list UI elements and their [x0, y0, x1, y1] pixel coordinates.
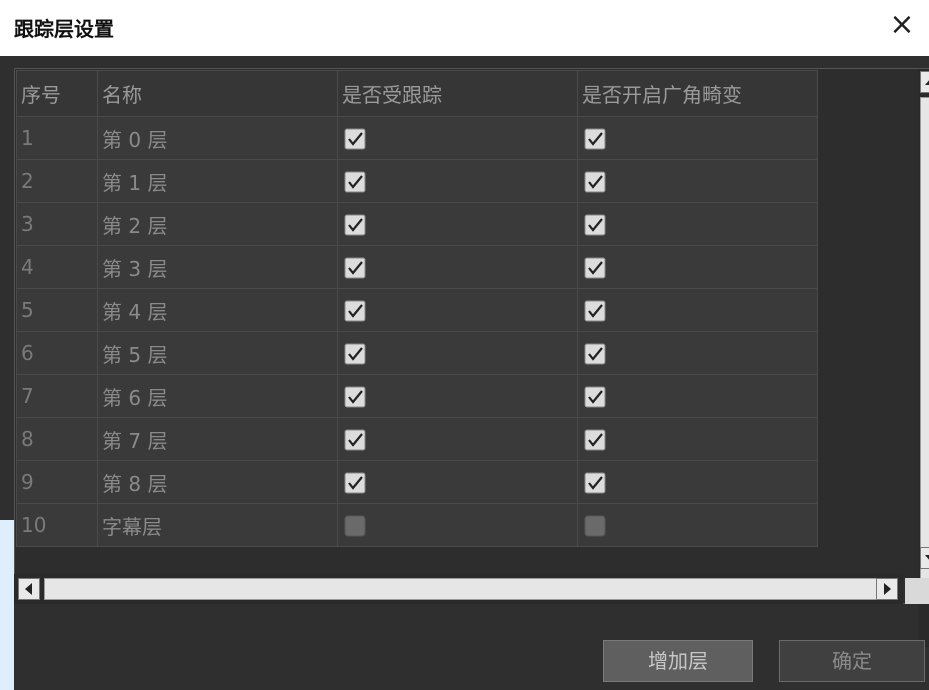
row-wide-angle-cell	[577, 159, 818, 203]
table-row[interactable]: 6第 5 层	[16, 331, 818, 375]
row-wide-angle-cell	[577, 245, 818, 289]
row-tracked-cell	[337, 503, 578, 547]
checkbox-checked-icon[interactable]	[344, 171, 366, 193]
table-row[interactable]: 7第 6 层	[16, 374, 818, 418]
vertical-scrollbar[interactable]	[918, 69, 929, 647]
column-header-index[interactable]: 序号	[16, 70, 98, 117]
row-index: 10	[16, 503, 98, 547]
row-index: 5	[16, 288, 98, 332]
row-index: 3	[16, 202, 98, 246]
row-name[interactable]: 字幕层	[97, 503, 338, 547]
checkbox-checked-icon[interactable]	[584, 214, 606, 236]
row-index: 9	[16, 460, 98, 504]
row-wide-angle-cell	[577, 503, 818, 547]
checkbox-checked-icon[interactable]	[584, 472, 606, 494]
row-name[interactable]: 第 6 层	[97, 374, 338, 418]
row-name[interactable]: 第 5 层	[97, 331, 338, 375]
arrow-up-icon[interactable]	[920, 71, 929, 93]
row-name[interactable]: 第 1 层	[97, 159, 338, 203]
row-tracked-cell	[337, 116, 578, 160]
table-row[interactable]: 9第 8 层	[16, 460, 818, 504]
checkbox-checked-icon[interactable]	[344, 343, 366, 365]
checkbox-checked-icon[interactable]	[344, 429, 366, 451]
checkbox-checked-icon[interactable]	[584, 257, 606, 279]
table-row[interactable]: 8第 7 层	[16, 417, 818, 461]
row-name[interactable]: 第 2 层	[97, 202, 338, 246]
add-layer-button[interactable]: 增加层	[603, 640, 753, 682]
row-name[interactable]: 第 3 层	[97, 245, 338, 289]
checkbox-checked-icon[interactable]	[344, 386, 366, 408]
row-wide-angle-cell	[577, 116, 818, 160]
row-tracked-cell	[337, 288, 578, 332]
column-header-wide-angle[interactable]: 是否开启广角畸变	[577, 70, 818, 117]
table-row[interactable]: 4第 3 层	[16, 245, 818, 289]
table-row[interactable]: 1第 0 层	[16, 116, 818, 160]
row-wide-angle-cell	[577, 288, 818, 332]
checkbox-unchecked-icon[interactable]	[584, 515, 606, 537]
layer-table-frame: 序号 名称 是否受跟踪 是否开启广角畸变 1第 0 层2第 1 层3第 2 层4…	[14, 68, 929, 647]
titlebar: 跟踪层设置 ×	[0, 0, 929, 56]
row-index: 8	[16, 417, 98, 461]
arrow-right-icon[interactable]	[876, 578, 898, 600]
row-tracked-cell	[337, 460, 578, 504]
row-wide-angle-cell	[577, 460, 818, 504]
arrow-left-icon[interactable]	[18, 578, 40, 600]
horizontal-scroll-thumb[interactable]	[44, 578, 878, 600]
checkbox-checked-icon[interactable]	[584, 429, 606, 451]
horizontal-scrollbar[interactable]	[14, 574, 903, 604]
row-index: 7	[16, 374, 98, 418]
layer-table: 序号 名称 是否受跟踪 是否开启广角畸变 1第 0 层2第 1 层3第 2 层4…	[16, 70, 818, 547]
checkbox-checked-icon[interactable]	[344, 128, 366, 150]
row-index: 1	[16, 116, 98, 160]
column-header-name[interactable]: 名称	[97, 70, 338, 117]
column-header-tracked[interactable]: 是否受跟踪	[337, 70, 578, 117]
row-name[interactable]: 第 0 层	[97, 116, 338, 160]
row-tracked-cell	[337, 417, 578, 461]
left-accent	[0, 520, 14, 690]
row-index: 6	[16, 331, 98, 375]
arrow-down-icon[interactable]	[920, 547, 929, 569]
checkbox-checked-icon[interactable]	[584, 300, 606, 322]
row-tracked-cell	[337, 331, 578, 375]
table-row[interactable]: 10 字幕层	[16, 503, 818, 547]
table-row[interactable]: 2第 1 层	[16, 159, 818, 203]
checkbox-checked-icon[interactable]	[344, 257, 366, 279]
checkbox-checked-icon[interactable]	[344, 472, 366, 494]
vertical-scroll-thumb[interactable]	[920, 97, 929, 579]
checkbox-checked-icon[interactable]	[584, 343, 606, 365]
row-index: 2	[16, 159, 98, 203]
resize-grip-icon[interactable]	[905, 578, 929, 604]
row-wide-angle-cell	[577, 417, 818, 461]
checkbox-checked-icon[interactable]	[584, 171, 606, 193]
checkbox-checked-icon[interactable]	[584, 128, 606, 150]
table-row[interactable]: 3第 2 层	[16, 202, 818, 246]
table-header-row: 序号 名称 是否受跟踪 是否开启广角畸变	[16, 70, 818, 117]
row-index: 4	[16, 245, 98, 289]
row-tracked-cell	[337, 245, 578, 289]
row-tracked-cell	[337, 159, 578, 203]
table-row[interactable]: 5第 4 层	[16, 288, 818, 332]
row-wide-angle-cell	[577, 374, 818, 418]
row-tracked-cell	[337, 202, 578, 246]
row-wide-angle-cell	[577, 202, 818, 246]
checkbox-checked-icon[interactable]	[344, 300, 366, 322]
checkbox-checked-icon[interactable]	[344, 214, 366, 236]
row-wide-angle-cell	[577, 331, 818, 375]
checkbox-checked-icon[interactable]	[584, 386, 606, 408]
dialog-title: 跟踪层设置	[14, 17, 114, 41]
checkbox-unchecked-icon[interactable]	[344, 515, 366, 537]
row-name[interactable]: 第 8 层	[97, 460, 338, 504]
row-name[interactable]: 第 4 层	[97, 288, 338, 332]
row-tracked-cell	[337, 374, 578, 418]
close-icon[interactable]: ×	[885, 8, 919, 42]
confirm-button[interactable]: 确定	[779, 640, 925, 682]
row-name[interactable]: 第 7 层	[97, 417, 338, 461]
